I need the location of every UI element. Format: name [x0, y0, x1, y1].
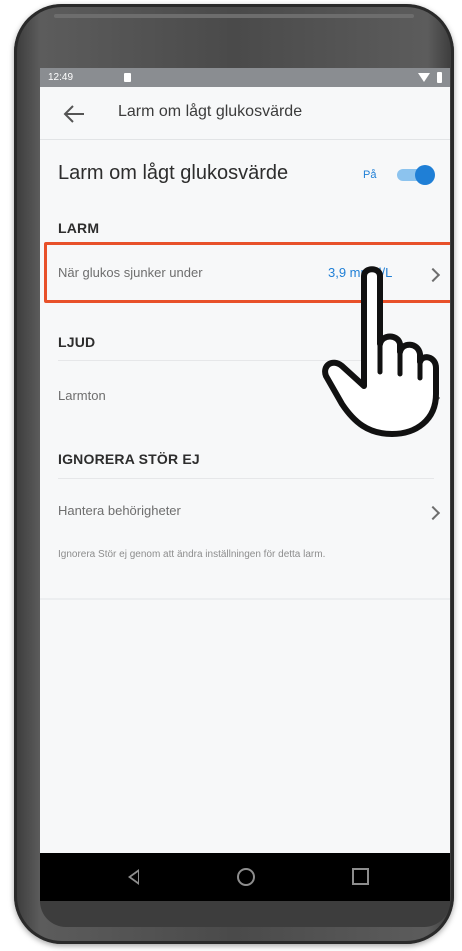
page-title: Larm om lågt glukosvärde: [118, 103, 303, 120]
alarm-toggle[interactable]: [397, 165, 435, 185]
status-bar: 12:49: [40, 68, 450, 87]
section-header-alarm: LARM: [58, 220, 100, 236]
phone-speaker: [54, 14, 414, 18]
status-time: 12:49: [48, 72, 74, 83]
app-bar: Larm om lågt glukosvärde: [40, 87, 450, 140]
manage-permissions-label: Hantera behörigheter: [58, 503, 181, 518]
nav-home-icon[interactable]: [237, 868, 255, 886]
section-header-dnd: IGNORERA STÖR EJ: [58, 451, 200, 467]
card-bottom-edge: [40, 598, 450, 600]
divider: [58, 478, 434, 479]
dnd-hint-text: Ignorera Stör ej genom att ändra inställ…: [58, 549, 326, 560]
alarm-tone-label: Larmton: [58, 388, 106, 403]
pointing-hand-icon: [322, 266, 439, 437]
battery-icon: [437, 72, 442, 83]
nav-back-icon-inner: [131, 872, 138, 882]
chevron-right-icon: [425, 505, 441, 521]
screen: 12:49 Larm om lågt glukosvärde Larm om l…: [40, 68, 450, 901]
toggle-state-label: På: [363, 169, 377, 181]
phone-chin: [40, 901, 450, 927]
main-toggle-row[interactable]: Larm om lågt glukosvärde På: [40, 140, 450, 212]
wifi-icon: [418, 73, 430, 82]
section-header-sound: LJUD: [58, 334, 96, 350]
nav-recent-icon[interactable]: [352, 868, 369, 885]
sim-icon: [124, 73, 131, 82]
setting-title: Larm om lågt glukosvärde: [58, 162, 289, 184]
toggle-knob: [415, 165, 435, 185]
android-nav-bar: [40, 853, 450, 901]
manage-permissions-row[interactable]: Hantera behörigheter: [40, 485, 450, 537]
back-arrow-icon[interactable]: [60, 101, 88, 127]
